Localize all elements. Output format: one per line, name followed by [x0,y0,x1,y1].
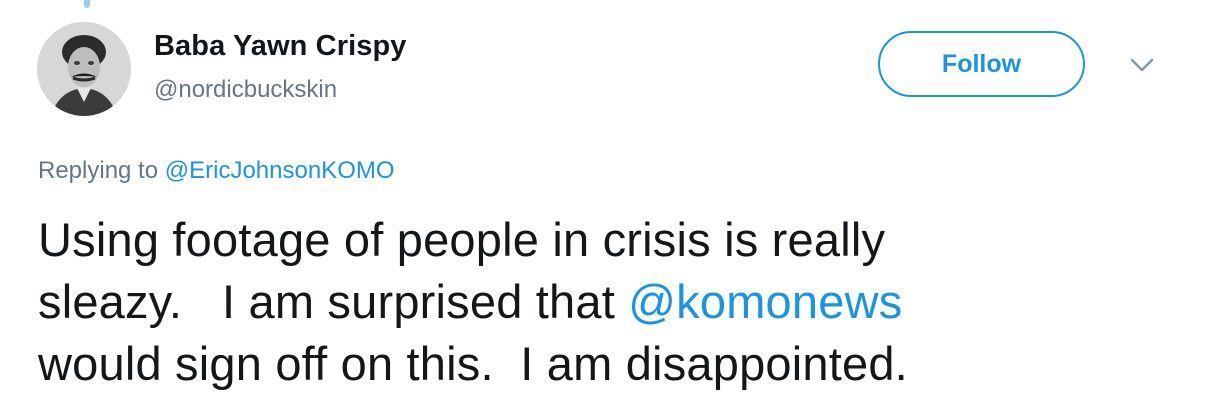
avatar[interactable] [37,22,131,116]
tweet-text-part-2: would sign off on this. I am disappointe… [38,337,908,390]
chevron-down-icon[interactable] [1124,50,1160,80]
user-handle[interactable]: @nordicbuckskin [154,76,337,104]
follow-button[interactable]: Follow [878,31,1085,97]
avatar-portrait-image [37,22,131,116]
thread-connector [84,0,90,8]
replying-to-line: Replying to @EricJohnsonKOMO [38,157,395,185]
display-name[interactable]: Baba Yawn Crispy [154,30,407,63]
tweet-card: Baba Yawn Crispy @nordicbuckskin Follow … [0,0,1206,416]
replying-to-label: Replying to [38,157,165,184]
tweet-mention-link[interactable]: @komonews [628,275,902,328]
reply-mention-link[interactable]: @EricJohnsonKOMO [165,157,395,184]
tweet-text: Using footage of people in crisis is rea… [38,209,1178,395]
